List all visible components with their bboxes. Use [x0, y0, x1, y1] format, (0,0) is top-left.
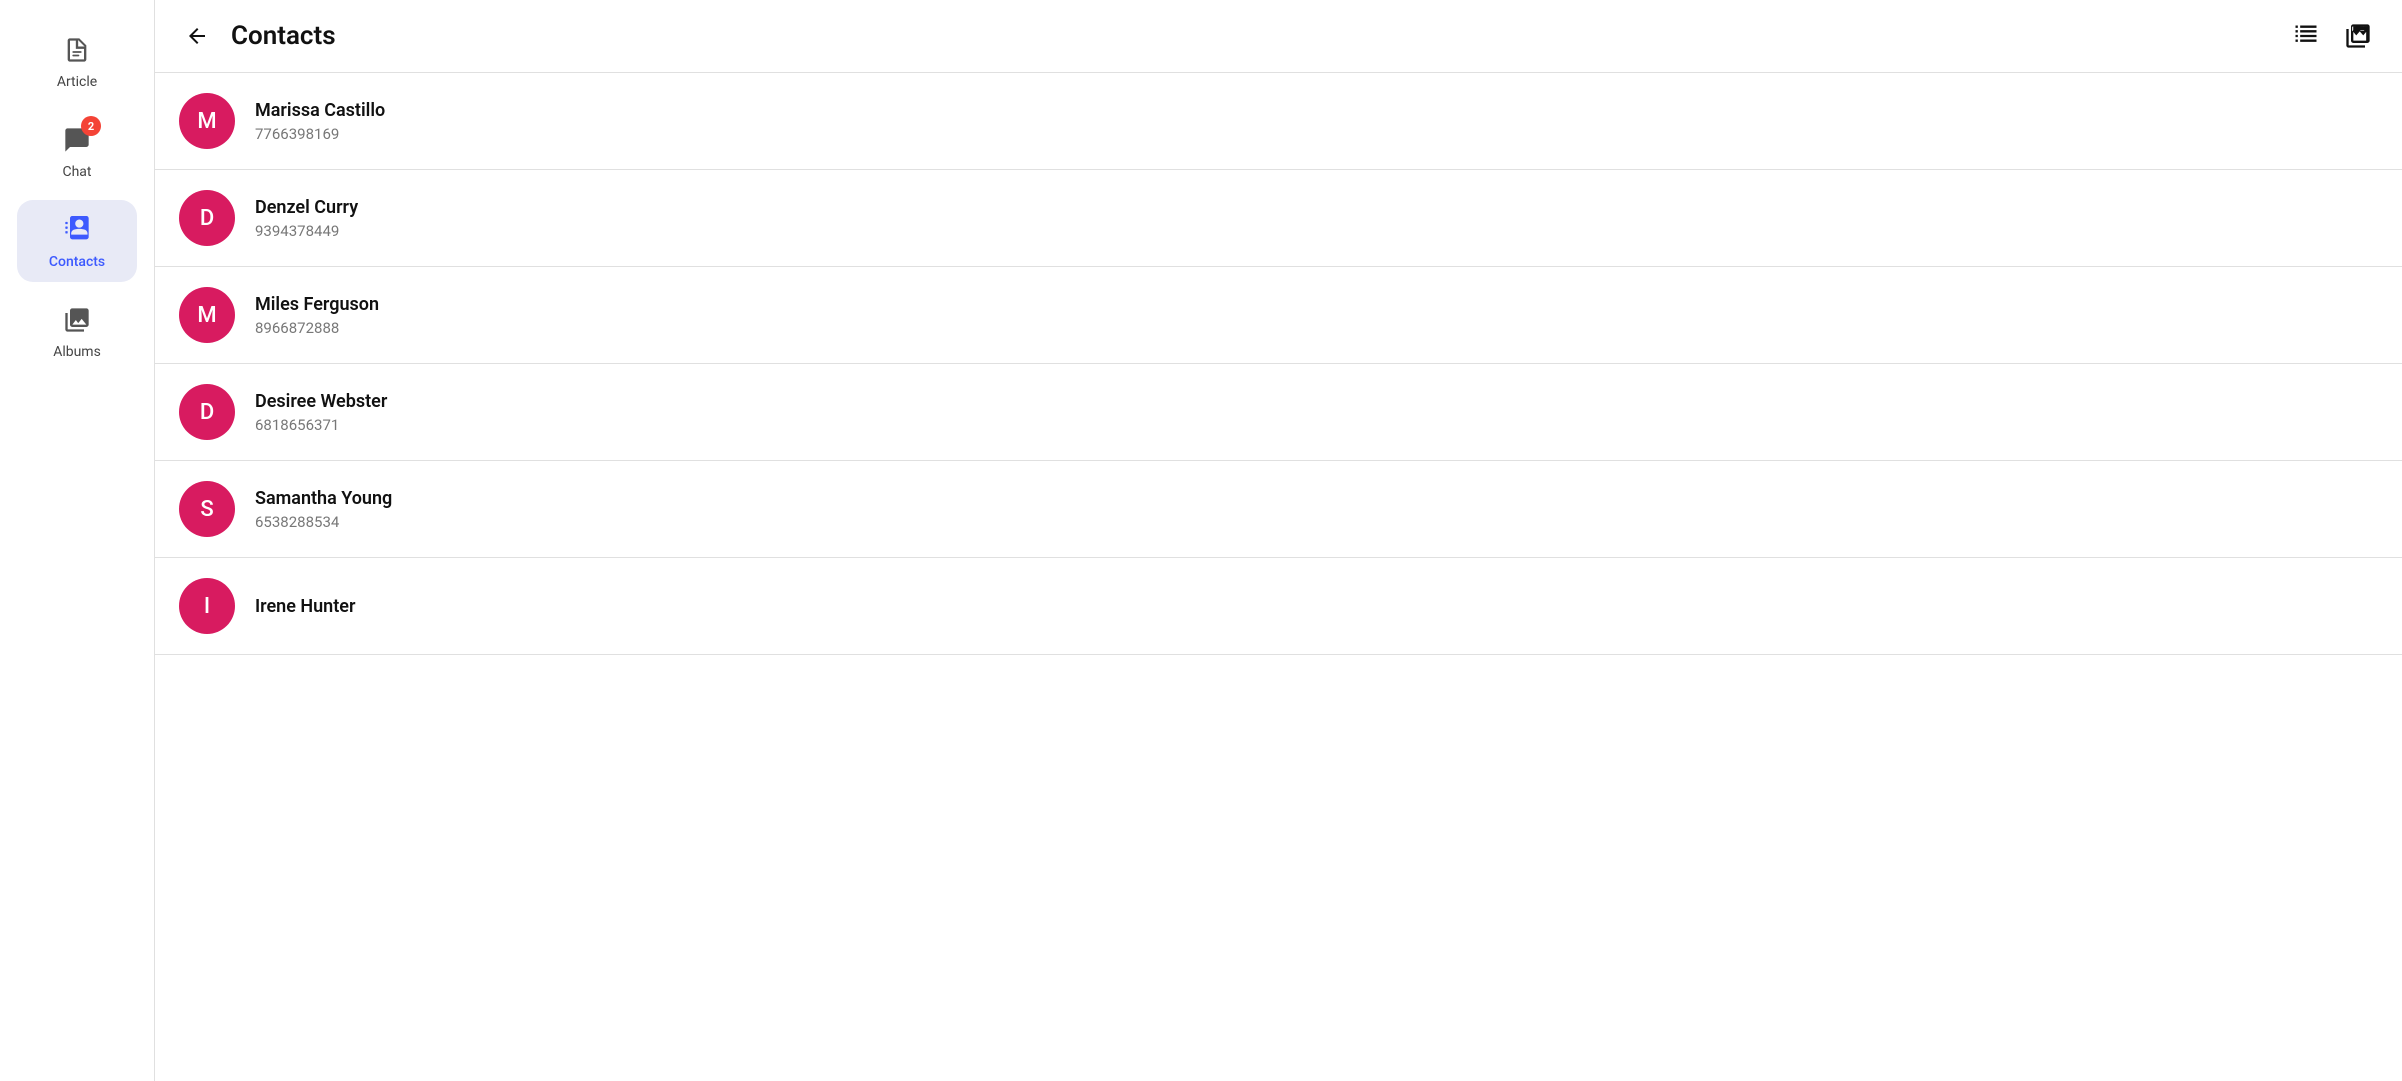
contact-avatar: I — [179, 578, 235, 634]
contact-avatar: M — [179, 287, 235, 343]
albums-icon — [59, 302, 95, 338]
contact-list: M Marissa Castillo 7766398169 D Denzel Curry… — [155, 73, 2402, 1081]
header: Contacts — [155, 0, 2402, 73]
header-actions — [2286, 16, 2378, 56]
contact-phone: 8966872888 — [255, 319, 379, 337]
contact-phone: 7766398169 — [255, 125, 385, 143]
contact-item[interactable]: I Irene Hunter — [155, 558, 2402, 655]
contact-info: Irene Hunter — [255, 596, 355, 617]
contact-info: Desiree Webster 6818656371 — [255, 391, 387, 434]
contacts-icon — [59, 212, 95, 248]
contact-avatar: M — [179, 93, 235, 149]
grid-view-button[interactable] — [2286, 16, 2326, 56]
sidebar-contacts-label: Contacts — [49, 254, 105, 270]
sidebar-item-contacts[interactable]: Contacts — [17, 200, 137, 282]
clapper-button[interactable] — [2338, 16, 2378, 56]
contact-info: Miles Ferguson 8966872888 — [255, 294, 379, 337]
contact-avatar: S — [179, 481, 235, 537]
sidebar-item-albums[interactable]: Albums — [17, 290, 137, 372]
sidebar: Article 2 Chat Contacts Albums — [0, 0, 155, 1081]
page-title: Contacts — [231, 21, 2286, 51]
sidebar-chat-label: Chat — [62, 164, 91, 180]
chat-badge: 2 — [81, 116, 101, 136]
contact-phone: 9394378449 — [255, 222, 358, 240]
contact-phone: 6538288534 — [255, 513, 392, 531]
contact-name: Irene Hunter — [255, 596, 355, 617]
contact-item[interactable]: D Denzel Curry 9394378449 — [155, 170, 2402, 267]
contact-phone: 6818656371 — [255, 416, 387, 434]
contact-info: Samantha Young 6538288534 — [255, 488, 392, 531]
contact-avatar: D — [179, 384, 235, 440]
contact-name: Denzel Curry — [255, 197, 358, 218]
sidebar-albums-label: Albums — [53, 344, 101, 360]
contact-item[interactable]: D Desiree Webster 6818656371 — [155, 364, 2402, 461]
contact-info: Marissa Castillo 7766398169 — [255, 100, 385, 143]
back-button[interactable] — [179, 18, 215, 54]
contact-item[interactable]: M Miles Ferguson 8966872888 — [155, 267, 2402, 364]
contact-name: Samantha Young — [255, 488, 392, 509]
sidebar-article-label: Article — [57, 74, 97, 90]
contact-name: Miles Ferguson — [255, 294, 379, 315]
contact-avatar: D — [179, 190, 235, 246]
contact-item[interactable]: S Samantha Young 6538288534 — [155, 461, 2402, 558]
main-content: Contacts M Marissa Castillo 7766398169 D Den… — [155, 0, 2402, 1081]
article-icon — [59, 32, 95, 68]
chat-icon: 2 — [59, 122, 95, 158]
contact-name: Desiree Webster — [255, 391, 387, 412]
contact-name: Marissa Castillo — [255, 100, 385, 121]
contact-item[interactable]: M Marissa Castillo 7766398169 — [155, 73, 2402, 170]
contact-info: Denzel Curry 9394378449 — [255, 197, 358, 240]
sidebar-item-chat[interactable]: 2 Chat — [17, 110, 137, 192]
sidebar-item-article[interactable]: Article — [17, 20, 137, 102]
